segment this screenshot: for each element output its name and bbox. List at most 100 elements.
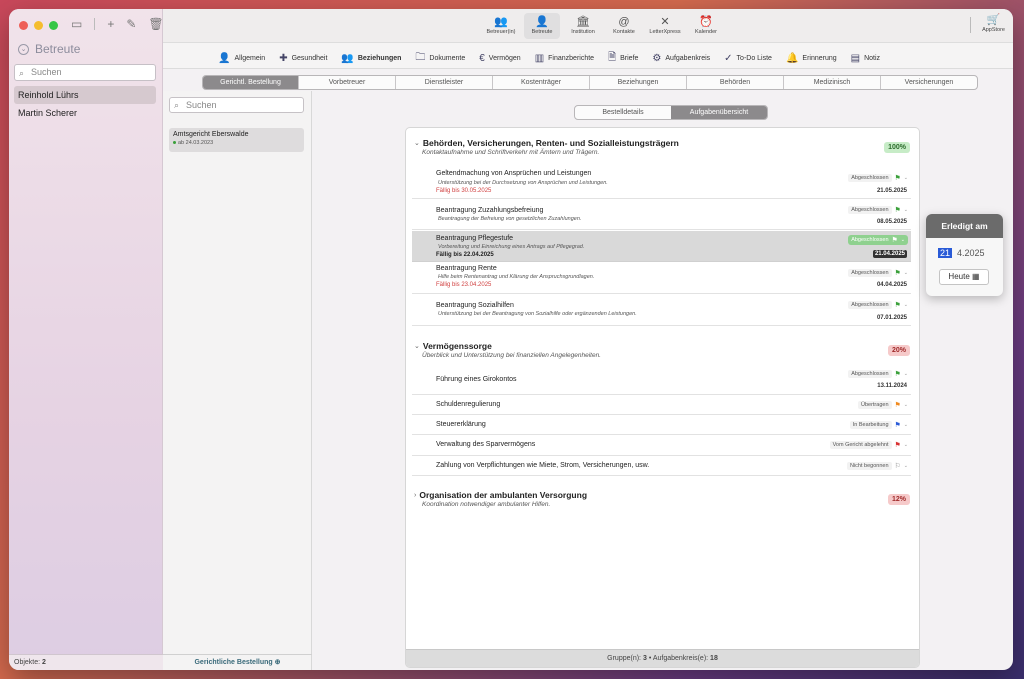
tab-beziehungen[interactable]: Beziehungen xyxy=(590,76,687,89)
sidebar-item-martin[interactable]: Martin Scherer xyxy=(14,104,156,122)
groups-label: Gruppe(n): xyxy=(607,655,642,662)
task-row[interactable]: Schuldenregulierung Übertragen ⚑ ⌄ xyxy=(412,395,911,415)
tasks-label: • Aufgabenkreis(e): xyxy=(648,655,709,662)
tab-kostentraeger[interactable]: Kostenträger xyxy=(493,76,590,89)
group-title-label: Vermögenssorge xyxy=(422,341,492,351)
tab-medizinisch[interactable]: Medizinisch xyxy=(784,76,881,89)
nav-label: Allgemein xyxy=(234,55,266,62)
sidebar-toggle-icon[interactable]: ▭ xyxy=(71,17,82,31)
task-row[interactable]: Beantragung Zuzahlungsbefreiung Beantrag… xyxy=(412,199,911,230)
euro-icon: € xyxy=(479,53,485,64)
betreuer-button[interactable]: 👥 Betreuer(in) xyxy=(483,13,519,39)
sidebar-footer: Objekte: 2 xyxy=(9,654,163,670)
tab-aufgabenuebersicht[interactable]: Aufgabenübersicht xyxy=(671,106,767,119)
task-row[interactable]: Geltendmachung von Ansprüchen und Leistu… xyxy=(412,165,911,199)
tab-gerichtl-bestellung[interactable]: Gerichtl. Bestellung xyxy=(203,76,299,89)
objects-count: 2 xyxy=(42,659,46,666)
tab-versicherungen[interactable]: Versicherungen xyxy=(881,76,977,89)
status-select[interactable]: In Bearbeitung ⚑ ⌄ xyxy=(849,420,908,430)
today-button[interactable]: Heute ▦ xyxy=(939,269,989,285)
status-label: Abgeschlossen xyxy=(848,174,892,182)
betreute-button[interactable]: 👤 Betreute xyxy=(524,13,560,39)
group-subtitle: Überblick und Unterstützung bei finanzie… xyxy=(422,352,601,359)
status-select[interactable]: Abgeschlossen ⚑ ⌄ xyxy=(848,173,908,183)
kalender-button[interactable]: ⏰ Kalender xyxy=(688,13,724,39)
nav-gesundheit[interactable]: ✚ Gesundheit xyxy=(279,50,327,67)
date-day-selected[interactable]: 21 xyxy=(938,248,953,258)
task-group[interactable]: › Organisation der ambulanten Versorgung … xyxy=(414,490,910,508)
chevron-right-icon[interactable]: › xyxy=(414,492,416,499)
status-label: Abgeschlossen xyxy=(848,269,892,277)
nav-dokumente[interactable]: 🗀 Dokumente xyxy=(415,50,465,67)
chevron-down-icon[interactable]: ⌄ xyxy=(414,139,420,147)
window-controls xyxy=(19,21,58,30)
status-select[interactable]: Nicht begonnen ⚐ ⌄ xyxy=(846,461,908,471)
trash-icon[interactable]: 🗑 xyxy=(148,17,163,31)
task-row-selected[interactable]: Beantragung Pflegestufe Vorbereitung und… xyxy=(412,231,911,262)
task-row[interactable]: Verwaltung des Sparvermögens Vom Gericht… xyxy=(412,435,911,456)
nav-vermoegen[interactable]: € Vermögen xyxy=(479,50,520,67)
list-search-input[interactable]: ⌕ Suchen xyxy=(169,97,304,113)
nav-aufgabenkreis[interactable]: ⚙ Aufgabenkreis xyxy=(652,50,710,67)
sidebar-search-input[interactable]: ⌕ Suchen xyxy=(14,64,156,81)
task-group[interactable]: ⌄ Behörden, Versicherungen, Renten- und S… xyxy=(414,138,910,156)
list-item-subtitle: ab 24.03.2023 xyxy=(173,140,300,146)
group-subtitle: Koordination notwendiger ambulanter Hilf… xyxy=(422,501,551,508)
close-window-button[interactable] xyxy=(19,21,28,30)
edit-icon[interactable]: ✎ xyxy=(126,17,136,31)
task-row[interactable]: Zahlung von Verpflichtungen wie Miete, S… xyxy=(412,456,911,476)
relation-tabs: Gerichtl. Bestellung Vorbetreuer Dienstl… xyxy=(202,75,978,90)
status-label: Nicht begonnen xyxy=(846,462,892,470)
nav-label: Gesundheit xyxy=(291,55,328,62)
letterxpress-button[interactable]: ✕ LetterXpress xyxy=(647,13,683,39)
chevron-down-icon[interactable]: ⌄ xyxy=(18,43,29,55)
task-subtitle: Unterstützung bei der Beantragung von So… xyxy=(438,311,637,317)
sidebar-tools: ▭ + ✎ 🗑 xyxy=(71,17,164,31)
status-select[interactable]: Abgeschlossen ⚑ ⌄ xyxy=(848,235,908,245)
flag-icon: ⚑ xyxy=(894,422,901,429)
nav-allgemein[interactable]: 👤 Allgemein xyxy=(218,50,265,67)
date-month-year[interactable]: 4.2025 xyxy=(957,248,985,258)
medkit-icon: ✚ xyxy=(279,53,288,64)
status-label: Vom Gericht abgelehnt xyxy=(829,441,892,449)
people-icon: 👥 xyxy=(341,53,354,64)
list-item[interactable]: Amtsgericht Eberswalde ab 24.03.2023 xyxy=(169,128,304,152)
zoom-window-button[interactable] xyxy=(49,21,58,30)
kontakte-button[interactable]: @ Kontakte xyxy=(606,13,642,39)
status-select[interactable]: Übertragen ⚑ ⌄ xyxy=(857,400,908,410)
task-due: Fällig bis 22.04.2025 xyxy=(436,252,494,258)
task-row[interactable]: Beantragung Rente Hilfe beim Rentenantra… xyxy=(412,262,911,294)
chevron-down-icon[interactable]: ⌄ xyxy=(414,342,420,350)
tab-behoerden[interactable]: Behörden xyxy=(687,76,784,89)
tab-dienstleister[interactable]: Dienstleister xyxy=(396,76,493,89)
sidebar-item-label: Reinhold Lührs xyxy=(18,90,79,100)
tab-bestelldetails[interactable]: Bestelldetails xyxy=(575,106,671,119)
nav-erinnerung[interactable]: 🔔 Erinnerung xyxy=(786,50,837,67)
group-percent-badge: 20% xyxy=(887,345,910,356)
nav-notiz[interactable]: ▤ Notiz xyxy=(851,50,880,67)
tab-vorbetreuer[interactable]: Vorbetreuer xyxy=(299,76,396,89)
task-group[interactable]: ⌄ Vermögenssorge Überblick und Unterstütz… xyxy=(414,341,910,359)
nav-finanzberichte[interactable]: ▥ Finanzberichte xyxy=(535,50,594,67)
status-select[interactable]: Abgeschlossen ⚑ ⌄ xyxy=(848,268,908,278)
institution-button[interactable]: 🏛 Institution xyxy=(565,13,601,39)
status-select[interactable]: Abgeschlossen ⚑ ⌄ xyxy=(848,300,908,310)
nav-briefe[interactable]: 🗎 Briefe xyxy=(608,50,638,67)
task-row[interactable]: Führung eines Girokontos Abgeschlossen ⚑ ⌄… xyxy=(412,364,911,395)
minimize-window-button[interactable] xyxy=(34,21,43,30)
group-title-label: Behörden, Versicherungen, Renten- und So… xyxy=(422,138,679,148)
status-select[interactable]: Abgeschlossen ⚑ ⌄ xyxy=(848,369,908,379)
add-icon[interactable]: + xyxy=(107,17,114,31)
add-court-order-button[interactable]: Gerichtliche Bestellung ⊕ xyxy=(163,654,312,670)
task-done-date[interactable]: 21.04.2025 xyxy=(872,250,907,258)
task-row[interactable]: Steuererklärung In Bearbeitung ⚑ ⌄ xyxy=(412,415,911,435)
task-row[interactable]: Beantragung Sozialhilfen Unterstützung b… xyxy=(412,294,911,326)
sidebar-item-reinhold[interactable]: Reinhold Lührs xyxy=(14,86,156,104)
status-select[interactable]: Vom Gericht abgelehnt ⚑ ⌄ xyxy=(829,440,908,450)
nav-beziehungen[interactable]: 👥 Beziehungen xyxy=(341,50,401,67)
toolbar-label: Betreuer(in) xyxy=(486,29,516,35)
appstore-button[interactable]: 🛒 AppStore xyxy=(982,13,1005,33)
status-select[interactable]: Abgeschlossen ⚑ ⌄ xyxy=(848,205,908,215)
nav-todo[interactable]: ✓ To-Do Liste xyxy=(724,50,772,67)
date-field[interactable]: 21 4.2025 xyxy=(938,248,985,258)
